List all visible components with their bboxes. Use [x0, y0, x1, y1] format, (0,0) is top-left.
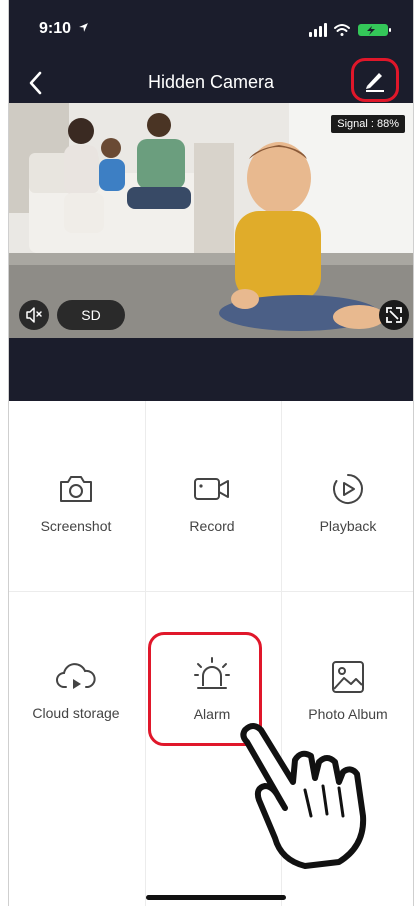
cloud-storage-label: Cloud storage	[32, 705, 120, 721]
status-time-text: 9:10	[39, 20, 72, 37]
video-camera-icon	[194, 478, 229, 500]
fullscreen-button[interactable]	[379, 300, 409, 330]
record-button[interactable]: Record	[145, 401, 279, 591]
playback-button[interactable]: Playback	[281, 401, 413, 591]
video-controls-band	[9, 338, 413, 401]
wifi-icon	[334, 24, 350, 36]
fullscreen-icon	[386, 307, 402, 323]
playback-label: Playback	[319, 518, 377, 534]
camera-video-feed[interactable]: Signal : 88% SD	[9, 103, 413, 338]
pencil-icon	[366, 73, 384, 92]
top-bar: 9:10 Hidden Camera	[9, 0, 413, 103]
battery-icon	[358, 24, 391, 36]
cellular-signal-icon	[309, 23, 327, 37]
cloud-play-icon	[56, 663, 96, 689]
home-indicator	[146, 895, 286, 900]
screenshot-button[interactable]: Screenshot	[9, 401, 143, 591]
edit-button[interactable]	[351, 58, 399, 102]
cloud-storage-button[interactable]: Cloud storage	[9, 592, 143, 782]
status-time: 9:10	[39, 20, 89, 38]
screenshot-label: Screenshot	[40, 518, 112, 534]
sd-quality-button[interactable]: SD	[57, 300, 125, 330]
camera-icon	[60, 476, 92, 502]
location-arrow-icon	[79, 23, 89, 32]
record-label: Record	[189, 518, 235, 534]
speaker-muted-icon	[26, 307, 42, 323]
playback-icon	[333, 474, 363, 504]
signal-strength-badge: Signal : 88%	[331, 115, 405, 133]
image-icon	[332, 661, 364, 693]
mute-button[interactable]	[19, 300, 49, 330]
pointing-hand-icon	[240, 723, 367, 869]
status-icons	[309, 23, 391, 37]
